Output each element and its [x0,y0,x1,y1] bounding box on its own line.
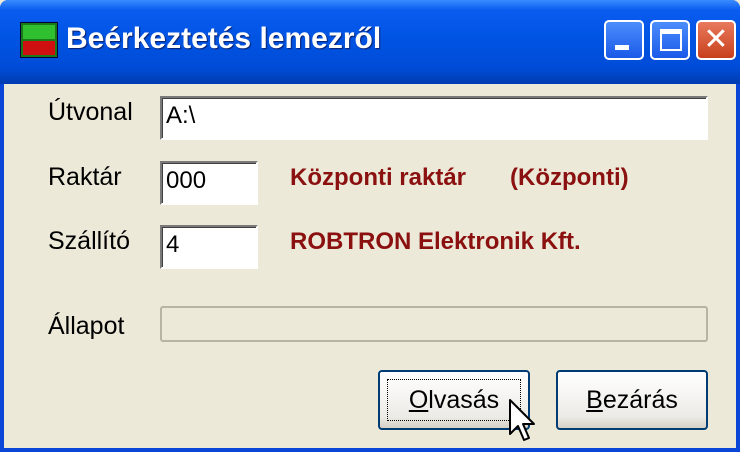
supplier-input[interactable] [166,231,252,259]
warehouse-field[interactable] [160,161,258,205]
close-icon: ✕ [703,22,729,57]
supplier-field[interactable] [160,225,258,269]
window-title: Beérkeztetés lemezről [66,22,382,55]
mouse-cursor-icon [509,399,535,441]
path-field[interactable] [160,96,708,140]
status-label: Állapot [48,312,125,340]
warehouse-name: Központi raktár [290,164,467,191]
supplier-name: ROBTRON Elektronik Kft. [290,228,581,255]
read-button-label: lvasás [428,386,500,414]
path-input[interactable] [166,102,702,130]
close-button[interactable]: Bezárás [556,370,708,430]
warehouse-type: (Központi) [510,164,629,191]
minimize-icon [615,45,629,50]
close-window-button[interactable]: ✕ [696,20,736,60]
read-button-mnemonic: O [408,386,429,414]
warehouse-label: Raktár [48,163,122,191]
close-button-mnemonic: B [586,386,603,414]
minimize-button[interactable] [604,20,644,60]
title-bar[interactable]: Beérkeztetés lemezről ✕ [0,0,740,84]
close-button-label: ezárás [602,386,678,414]
supplier-label: Szállító [48,227,130,255]
status-progress-bar [160,306,708,342]
app-icon[interactable] [20,22,58,58]
maximize-button[interactable] [650,20,690,60]
maximize-icon [660,29,682,51]
warehouse-input[interactable] [166,167,252,195]
path-label: Útvonal [48,98,133,126]
